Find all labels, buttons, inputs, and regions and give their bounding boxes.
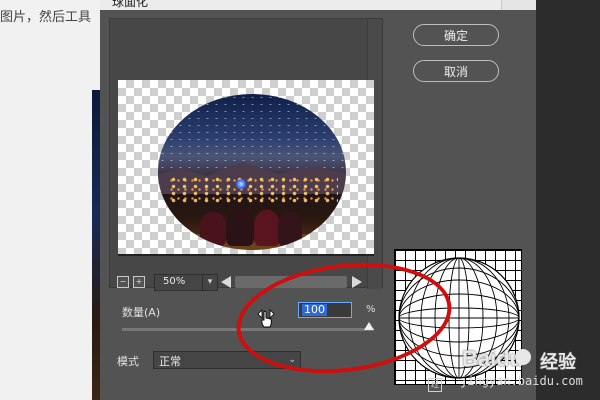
person-silhouette bbox=[278, 212, 302, 246]
zoom-in-icon: + bbox=[135, 277, 143, 286]
scroll-left-arrow-icon[interactable] bbox=[221, 276, 231, 288]
person-silhouette bbox=[200, 212, 226, 246]
zoom-out-icon: − bbox=[119, 277, 127, 286]
badge-icon: 经 bbox=[428, 378, 442, 392]
ok-button[interactable]: 确定 bbox=[413, 24, 499, 46]
background-document: 图片，然后工具 bbox=[0, 0, 100, 400]
blue-light bbox=[235, 178, 247, 190]
watermark-url: jingyan.baidu.com bbox=[460, 374, 583, 388]
dialog-title: 球面化 bbox=[112, 0, 149, 9]
filter-preview-panel bbox=[109, 18, 383, 289]
paw-icon bbox=[515, 349, 531, 365]
baidu-logo: Baidu bbox=[462, 346, 524, 371]
amount-label: 数量(A) bbox=[122, 306, 161, 319]
preview-canvas[interactable] bbox=[118, 80, 374, 256]
city-lights bbox=[168, 176, 338, 204]
zoom-out-button[interactable]: − bbox=[117, 276, 129, 288]
mode-selected-value: 正常 bbox=[159, 355, 181, 368]
preview-image bbox=[158, 94, 346, 250]
person-silhouette bbox=[226, 208, 254, 246]
watermark-suffix: 经验 bbox=[540, 352, 576, 373]
baidu-jingyan-watermark: Baidu 经验 经 jingyan.baidu.com bbox=[420, 342, 600, 400]
background-workspace bbox=[536, 0, 600, 400]
mode-label: 模式 bbox=[117, 355, 139, 368]
background-text: 图片，然后工具 bbox=[0, 10, 92, 25]
zoom-level-value: 50% bbox=[163, 276, 186, 287]
close-button[interactable] bbox=[501, 0, 536, 10]
zoom-level-select[interactable]: 50% ▾ bbox=[154, 274, 218, 291]
spherize-dialog: 球面化 − + 50% ▾ 确定 取消 数量(A) 100 % 模式 正常 ⌄ bbox=[100, 0, 536, 400]
chevron-down-icon: ▾ bbox=[202, 275, 217, 290]
night-sky bbox=[158, 94, 346, 172]
zoom-in-button[interactable]: + bbox=[133, 276, 145, 288]
person-silhouette bbox=[254, 210, 280, 246]
cancel-button[interactable]: 取消 bbox=[413, 60, 499, 82]
dialog-titlebar[interactable]: 球面化 bbox=[100, 0, 536, 10]
